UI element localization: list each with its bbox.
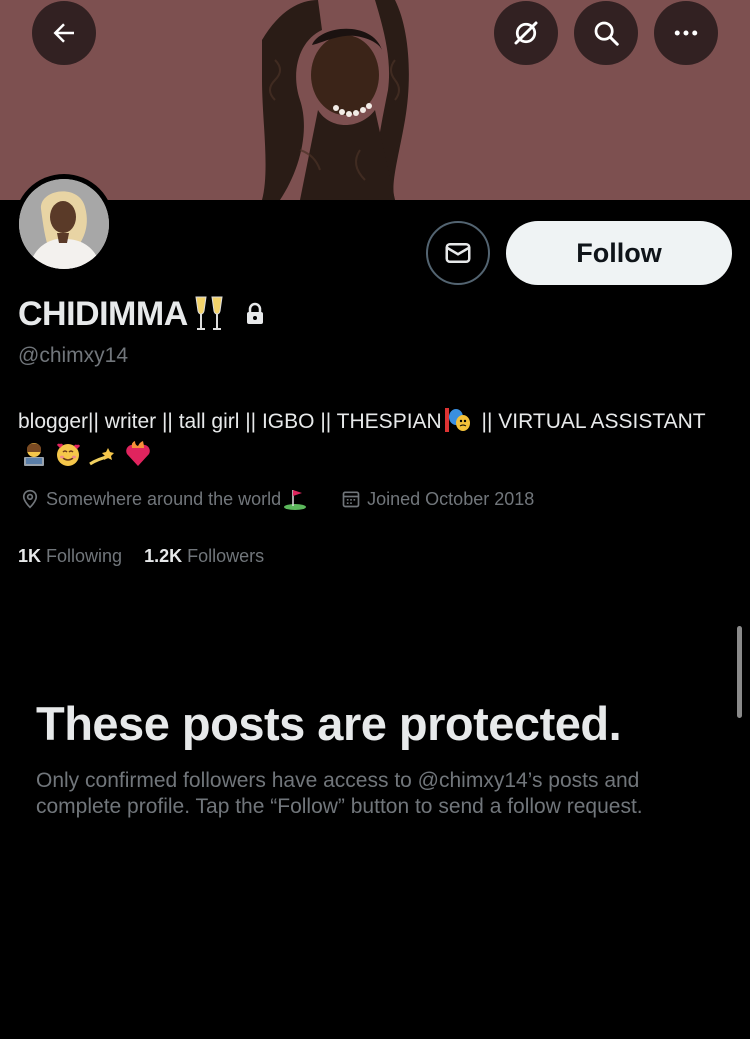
avatar-image	[19, 179, 109, 269]
heart-on-fire-emoji	[126, 441, 150, 466]
more-button[interactable]	[654, 1, 718, 65]
search-button[interactable]	[574, 1, 638, 65]
envelope-icon	[445, 243, 471, 263]
location: Somewhere around the world	[20, 488, 313, 510]
joined-date: Joined October 2018	[341, 489, 534, 510]
message-button[interactable]	[426, 221, 490, 285]
protected-description: Only confirmed followers have access to …	[36, 769, 643, 818]
lock-icon	[244, 302, 266, 326]
dizzy-emoji	[89, 448, 114, 466]
profile-meta: Somewhere around the world Joined Octobe…	[20, 488, 534, 510]
following-link[interactable]: 1K Following	[18, 546, 122, 567]
clinking-glasses-emoji	[192, 295, 226, 333]
calendar-icon	[342, 491, 360, 508]
followers-label: Followers	[187, 546, 265, 566]
more-horizontal-icon	[674, 30, 698, 36]
scrollbar[interactable]	[737, 626, 742, 718]
username-handle: @chimxy14	[18, 344, 129, 367]
location-text: Somewhere around the world	[46, 488, 282, 509]
followers-count: 1.2K	[144, 546, 183, 566]
bio-emojis	[20, 440, 152, 468]
following-count: 1K	[18, 546, 42, 566]
back-button[interactable]	[32, 1, 96, 65]
flag-in-hole-emoji	[284, 490, 307, 510]
display-name: CHIDIMMA	[18, 294, 188, 333]
location-pin-icon	[22, 489, 38, 509]
followers-link[interactable]: 1.2K Followers	[144, 546, 264, 567]
avatar[interactable]	[14, 174, 114, 274]
name-row: CHIDIMMA	[18, 292, 266, 336]
following-label: Following	[46, 546, 123, 566]
technologist-emoji	[24, 443, 44, 466]
bio: blogger|| writer || tall girl || IGBO ||…	[18, 406, 738, 443]
protected-title: These posts are protected.	[36, 697, 622, 750]
grok-button[interactable]	[494, 1, 558, 65]
bio-text: blogger|| writer || tall girl || IGBO ||…	[18, 410, 442, 433]
performing-arts-emoji	[444, 406, 472, 443]
bio-text-2: || VIRTUAL ASSISTANT	[475, 410, 706, 433]
smiling-face-with-hearts-emoji	[57, 443, 80, 466]
search-icon	[594, 21, 619, 46]
follow-stats: 1K Following 1.2K Followers	[18, 546, 286, 567]
grok-icon	[514, 21, 538, 45]
joined-text: Joined October 2018	[367, 488, 535, 509]
follow-button[interactable]: Follow	[506, 221, 732, 285]
arrow-left-icon	[53, 23, 74, 43]
